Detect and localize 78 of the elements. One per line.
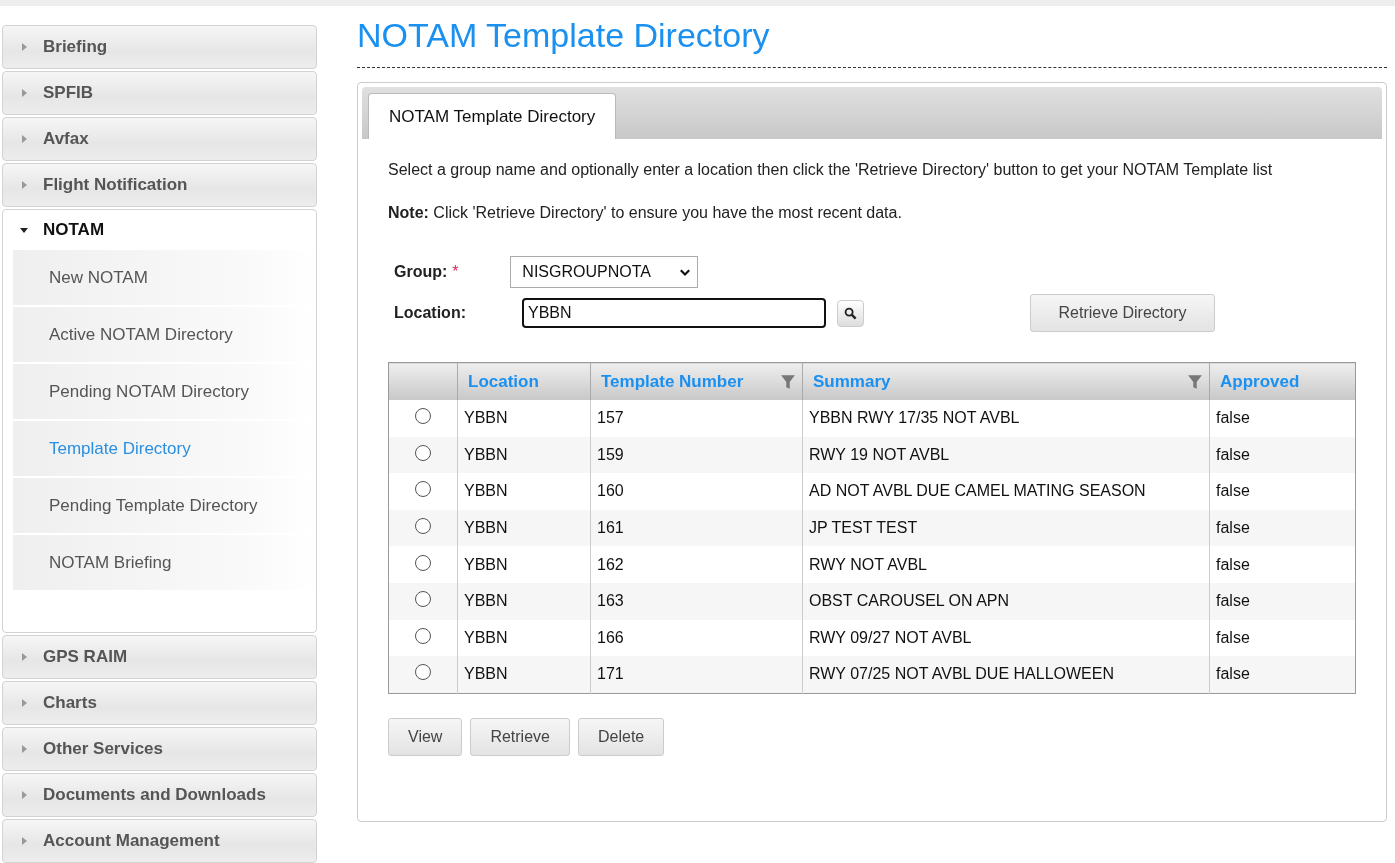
sidebar-section[interactable]: Account Management [3,820,316,862]
caret-icon [19,180,29,190]
table-cell: 166 [597,628,624,646]
table-cell: 157 [597,409,624,427]
sidebar-section[interactable]: Flight Notification [3,164,316,206]
page-title: NOTAM Template Directory [357,16,1387,68]
table-cell: false [1216,628,1250,646]
table-cell: false [1216,665,1250,683]
instructions-text: Select a group name and optionally enter a location then click the 'Retrieve Directory' button to get your NOTAM Template list [388,160,1274,180]
location-label: Location: [394,304,467,322]
caret-icon [19,836,29,846]
table-cell: 171 [597,665,624,683]
sidebar-section[interactable]: NOTAM [3,210,316,250]
table-cell: JP TEST TEST [809,519,918,537]
table-cell: RWY 07/25 NOT AVBL DUE HALLOWEEN [809,665,1114,683]
search-button[interactable] [837,299,864,327]
filter-icon[interactable] [1187,373,1203,390]
table-cell: false [1216,519,1250,537]
row-radio[interactable] [415,408,431,425]
location-field[interactable]: YBBN [522,298,826,328]
tab[interactable]: NOTAM Template Directory [368,93,617,139]
row-radio[interactable] [415,481,431,498]
table-cell: false [1216,592,1250,610]
table-cell: AD NOT AVBL DUE CAMEL MATING SEASON [809,482,1146,500]
caret-icon [19,790,29,800]
note-text: Note: Click 'Retrieve Directory' to ensure you have the most recent data. [388,204,903,222]
row-radio[interactable] [415,518,431,535]
table-cell: YBBN [464,665,508,683]
table-cell: YBBN [464,555,508,573]
table-cell: YBBN [464,592,508,610]
table-cell: YBBN RWY 17/35 NOT AVBL [809,409,1020,427]
sidebar-section[interactable]: Other Services [3,728,316,770]
caret-icon [19,698,29,708]
table-cell: 163 [597,592,624,610]
action-button[interactable]: Delete [577,717,665,756]
sidebar-section[interactable]: SPFIB [3,72,316,114]
table-cell: false [1216,555,1250,573]
table-cell: YBBN [464,628,508,646]
caret-icon [19,88,29,98]
filter-icon[interactable] [780,373,796,390]
caret-icon [19,225,29,235]
table-cell: YBBN [464,409,508,427]
caret-icon [19,744,29,754]
sidebar-section[interactable]: GPS RAIM [3,636,316,678]
row-radio[interactable] [415,627,431,644]
table-cell: RWY 19 NOT AVBL [809,445,950,463]
retrieve-directory-button[interactable]: Retrieve Directory [1030,294,1215,332]
table-cell: 159 [597,445,624,463]
table-cell: OBST CAROUSEL ON APN [809,592,1010,610]
table-cell: false [1216,409,1250,427]
row-radio[interactable] [415,554,431,571]
table-cell: YBBN [464,519,508,537]
action-button[interactable]: View [388,717,463,756]
search-icon [844,306,857,320]
row-radio[interactable] [415,444,431,461]
caret-icon [19,134,29,144]
sidebar-section[interactable]: Avfax [3,118,316,160]
table-cell: false [1216,482,1250,500]
row-radio[interactable] [415,591,431,608]
row-radio[interactable] [415,664,431,681]
table-cell: YBBN [464,482,508,500]
caret-icon [19,652,29,662]
table-cell: 161 [597,519,624,537]
action-button[interactable]: Retrieve [470,717,570,756]
table-cell: false [1216,445,1250,463]
table-cell: YBBN [464,445,508,463]
table-cell: 160 [597,482,624,500]
table-cell: RWY NOT AVBL [809,555,927,573]
required-mark: * [452,263,460,281]
group-select[interactable]: NISGROUPNOTA [510,256,699,288]
table-cell: 162 [597,555,624,573]
caret-icon [19,42,29,52]
group-label: Group: [394,263,448,281]
sidebar-section[interactable]: Charts [3,682,316,724]
sidebar-section[interactable]: Documents and Downloads [3,774,316,816]
sidebar-section[interactable]: Briefing [3,26,316,68]
chevron-icon [679,266,692,278]
table-cell: RWY 09/27 NOT AVBL [809,628,972,646]
